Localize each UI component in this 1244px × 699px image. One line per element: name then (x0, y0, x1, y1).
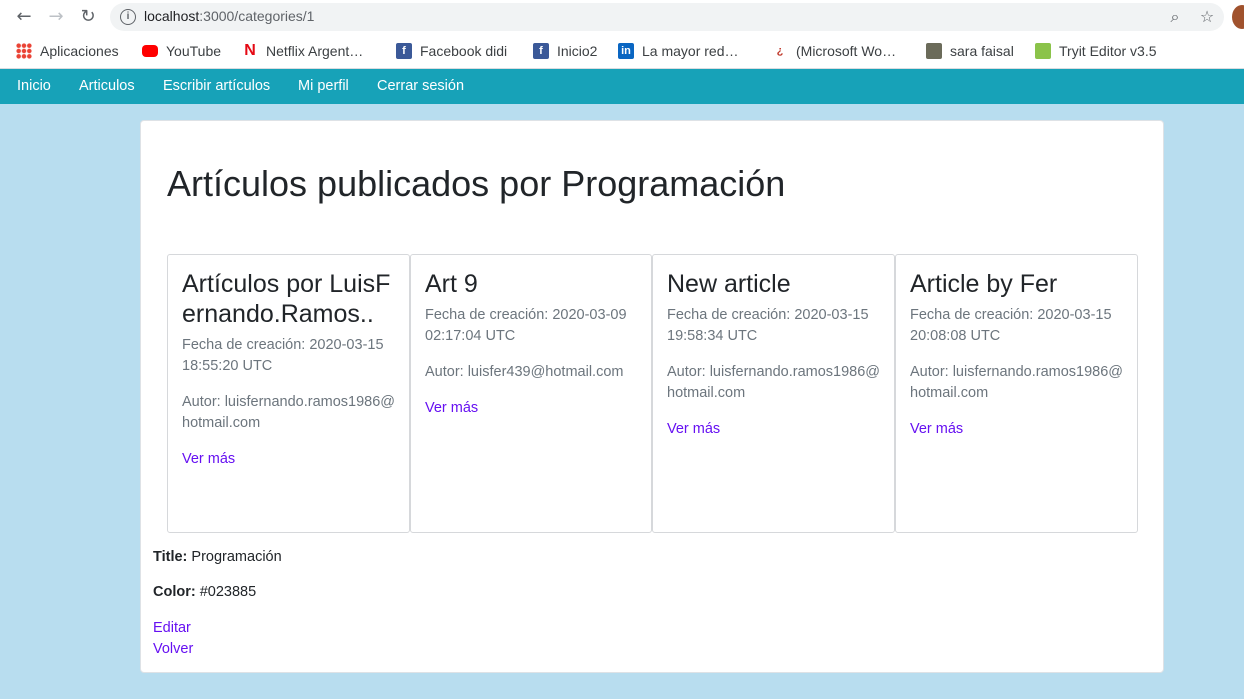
url-text[interactable]: localhost:3000/categories/1 (144, 8, 314, 24)
facebook-icon: f (396, 43, 412, 59)
app-navbar: Inicio Articulos Escribir artículos Mi p… (0, 69, 1244, 104)
apps-grid-icon (16, 43, 32, 59)
category-title-label: Title: (153, 549, 188, 565)
category-color-field: Color: #023885 (153, 584, 256, 600)
youtube-icon (142, 45, 158, 57)
bookmark-label: sara faisal (950, 43, 1014, 59)
bookmark-youtube[interactable]: YouTube (142, 41, 221, 61)
article-card: Artículos por LuisFernando.Ramos.. Fecha… (167, 254, 410, 533)
category-color-value: #023885 (199, 584, 257, 600)
article-card: Article by Fer Fecha de creación: 2020-0… (895, 254, 1138, 533)
bookmark-inicio2[interactable]: f Inicio2 (533, 41, 597, 61)
back-link[interactable]: Volver (153, 641, 193, 657)
image-icon (926, 43, 942, 59)
bookmark-label: Netflix Argent… (266, 43, 364, 59)
bookmarks-bar: Aplicaciones YouTube N Netflix Argent… fF… (0, 34, 1244, 69)
bookmark-label: Facebook didi (420, 43, 508, 59)
category-color-label: Color: (153, 584, 196, 600)
bookmark-microsoft[interactable]: ¿ (Microsoft Wo… (772, 41, 896, 61)
article-author: Autor: luisfernando.ramos1986@hotmail.co… (667, 364, 881, 401)
reload-icon[interactable]: ↻ (76, 5, 100, 29)
facebook-icon: f (533, 43, 549, 59)
ver-mas-link[interactable]: Ver más (182, 449, 395, 470)
article-date: Fecha de creación: 2020-03-15 18:55:20 U… (182, 337, 384, 374)
bookmark-label: YouTube (166, 43, 222, 59)
article-title: Artículos por LuisFernando.Ramos.. (182, 270, 391, 328)
article-author: Autor: luisfernando.ramos1986@hotmail.co… (182, 394, 396, 431)
article-title: Art 9 (425, 270, 478, 298)
back-arrow-icon[interactable]: ← (12, 5, 36, 29)
main-card: Artículos publicados por Programación Ar… (140, 120, 1164, 673)
page-title: Artículos publicados por Programación (167, 163, 786, 204)
bookmark-label: (Microsoft Wo… (796, 43, 897, 59)
bookmark-facebook-didi[interactable]: f Facebook didi (396, 41, 507, 61)
url-host: localhost (144, 8, 200, 24)
ver-mas-link[interactable]: Ver más (667, 419, 880, 440)
bookmark-sara-faisal[interactable]: sara faisal (926, 41, 1014, 61)
bookmark-label: La mayor red… (642, 43, 739, 59)
forward-arrow-icon[interactable]: → (44, 5, 68, 29)
info-icon[interactable]: i (120, 9, 136, 25)
profile-avatar[interactable] (1232, 5, 1244, 29)
bookmark-netflix[interactable]: N Netflix Argent… (242, 41, 363, 61)
article-card: Art 9 Fecha de creación: 2020-03-09 02:1… (410, 254, 652, 533)
article-author: Autor: luisfer439@hotmail.com (425, 364, 624, 380)
article-author: Autor: luisfernando.ramos1986@hotmail.co… (910, 364, 1124, 401)
article-date: Fecha de creación: 2020-03-09 02:17:04 U… (425, 307, 627, 344)
ver-mas-link[interactable]: Ver más (425, 398, 637, 419)
url-path: :3000/categories/1 (199, 8, 315, 24)
netflix-icon: N (244, 42, 256, 59)
bookmark-label: Aplicaciones (40, 43, 119, 59)
article-date: Fecha de creación: 2020-03-15 20:08:08 U… (910, 307, 1112, 344)
article-title: Article by Fer (910, 270, 1058, 298)
nav-articulos[interactable]: Articulos (79, 78, 135, 94)
star-icon[interactable]: ☆ (1196, 6, 1218, 28)
bookmark-tryit[interactable]: Tryit Editor v3.5 (1035, 41, 1157, 61)
category-title-value: Programación (191, 549, 282, 565)
ver-mas-link[interactable]: Ver más (910, 419, 1123, 440)
article-card: New article Fecha de creación: 2020-03-1… (652, 254, 895, 533)
nav-cerrar-sesion[interactable]: Cerrar sesión (377, 78, 464, 94)
address-bar[interactable]: i localhost:3000/categories/1 ⌕ ☆ (110, 3, 1224, 31)
linkedin-icon: in (618, 43, 634, 59)
microsoft-icon: ¿ (776, 45, 784, 57)
bookmark-aplicaciones[interactable]: Aplicaciones (16, 41, 119, 61)
article-title: New article (667, 270, 791, 298)
nav-escribir-articulos[interactable]: Escribir artículos (163, 78, 270, 94)
zoom-icon[interactable]: ⌕ (1164, 6, 1186, 28)
category-title-field: Title: Programación (153, 549, 282, 565)
article-date: Fecha de creación: 2020-03-15 19:58:34 U… (667, 307, 869, 344)
edit-link[interactable]: Editar (153, 620, 191, 636)
tryit-icon (1035, 43, 1051, 59)
nav-mi-perfil[interactable]: Mi perfil (298, 78, 349, 94)
bookmark-label: Inicio2 (557, 43, 598, 59)
nav-inicio[interactable]: Inicio (17, 78, 51, 94)
bookmark-label: Tryit Editor v3.5 (1059, 43, 1157, 59)
bookmark-linkedin[interactable]: in La mayor red… (618, 41, 738, 61)
browser-toolbar: ← → ↻ i localhost:3000/categories/1 ⌕ ☆ (0, 0, 1244, 34)
